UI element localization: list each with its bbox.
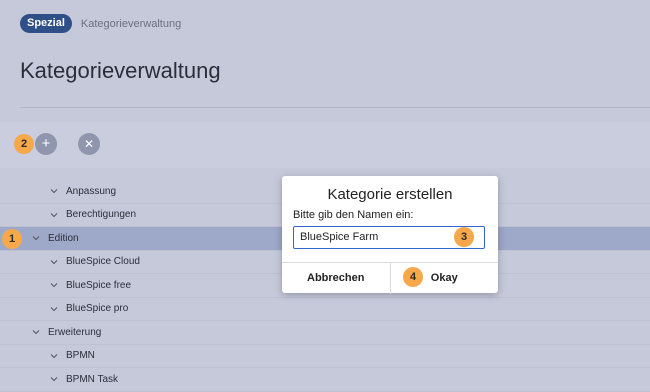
create-category-dialog: Kategorie erstellen Bitte gib den Namen … — [282, 176, 498, 294]
tree-item-label: Erweiterung — [48, 326, 102, 338]
chevron-down-icon[interactable] — [50, 305, 58, 313]
callout-badge-1: 1 — [2, 229, 22, 249]
tree-item-bpmn-task[interactable]: BPMN Task — [0, 368, 650, 392]
cancel-button[interactable]: Abbrechen — [282, 263, 390, 294]
close-icon: ✕ — [83, 137, 95, 151]
chevron-down-icon[interactable] — [32, 234, 40, 242]
callout-badge-3: 3 — [454, 227, 474, 247]
namespace-badge[interactable]: Spezial — [20, 14, 72, 33]
chevron-down-icon[interactable] — [50, 258, 58, 266]
page-title: Kategorieverwaltung — [20, 58, 221, 83]
breadcrumb-page: Kategorieverwaltung — [80, 17, 182, 30]
dialog-title: Kategorie erstellen — [327, 186, 453, 203]
tree-item-label: BlueSpice Cloud — [66, 256, 140, 268]
callout-badge-2: 2 — [14, 134, 34, 154]
tree-item-label: Anpassung — [66, 185, 117, 197]
category-name-value: BlueSpice Farm — [300, 231, 379, 243]
dialog-actions: Abbrechen Okay — [282, 262, 498, 294]
tree-item-label: BPMN — [66, 350, 95, 362]
toolbar: + ✕ 2 — [0, 122, 650, 168]
title-divider — [20, 107, 650, 108]
add-category-button[interactable]: + — [35, 133, 57, 155]
tree-item-label: BlueSpice pro — [66, 303, 129, 315]
delete-category-button[interactable]: ✕ — [78, 133, 100, 155]
tree-item-bluespice-pro[interactable]: BlueSpice pro — [0, 298, 650, 321]
tree-item-label: BlueSpice free — [66, 279, 132, 291]
dialog-prompt: Bitte gib den Namen ein: — [293, 209, 414, 221]
plus-icon: + — [41, 135, 51, 152]
chevron-down-icon[interactable] — [50, 281, 58, 289]
okay-button-label: Okay — [430, 272, 458, 284]
tree-item-label: Berechtigungen — [66, 209, 137, 221]
tree-item-bpmn[interactable]: BPMN — [0, 345, 650, 368]
tree-item-erweiterung[interactable]: Erweiterung — [0, 321, 650, 345]
chevron-down-icon[interactable] — [32, 328, 40, 336]
chevron-down-icon[interactable] — [50, 375, 58, 383]
tree-item-label: BPMN Task — [66, 373, 119, 385]
tree-item-label: Edition — [48, 232, 79, 244]
chevron-down-icon[interactable] — [50, 352, 58, 360]
breadcrumb: Spezial Kategorieverwaltung — [20, 14, 181, 33]
callout-badge-4: 4 — [403, 267, 423, 287]
chevron-down-icon[interactable] — [50, 187, 58, 195]
chevron-down-icon[interactable] — [50, 211, 58, 219]
